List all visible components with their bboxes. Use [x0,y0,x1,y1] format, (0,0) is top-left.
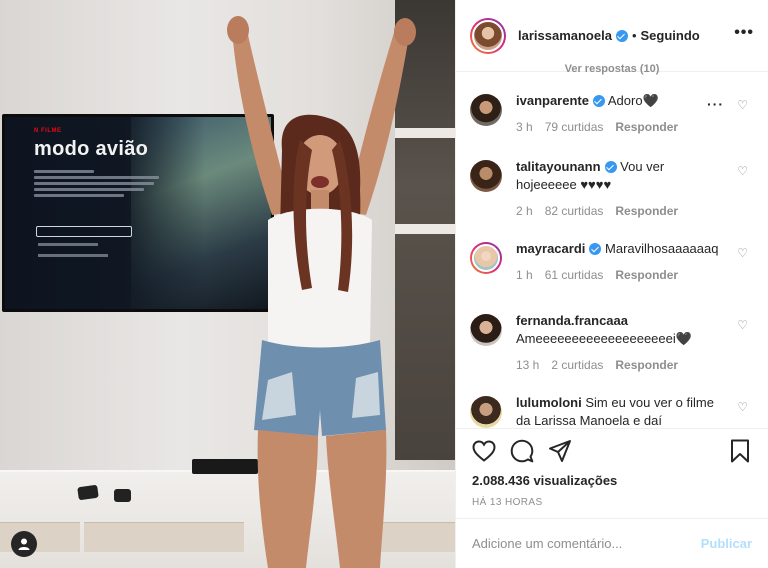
comment-item: talitayounann Vou ver hojeeeeee ♥♥♥♥ 2 h… [456,158,768,240]
verified-badge-icon [604,161,617,173]
instagram-post-modal: N FILME modo avião larissamanoela • Segu… [0,0,768,568]
post-actions: 2.088.436 visualizações HÁ 13 HORAS [456,428,768,508]
commenter-avatar[interactable] [470,314,502,346]
comment-text: Ameeeeeeeeeeeeeeeeeeei🖤 [516,331,692,346]
more-options-icon[interactable]: ••• [734,24,754,48]
comment-item: ivanparente Adoro🖤 3 h 79 curtidas Respond… [456,92,768,158]
reply-button[interactable]: Responder [615,358,678,372]
comment-options-icon[interactable]: ··· [707,96,724,112]
comment-text: Adoro🖤 [607,93,659,108]
publish-button[interactable]: Publicar [701,536,752,551]
author-avatar[interactable] [470,17,506,54]
add-comment-bar: Publicar [456,518,768,568]
like-heart-icon[interactable] [472,439,496,463]
comments-list: Ver respostas (10) ivanparente Adoro🖤 3 … [456,58,768,428]
view-count[interactable]: 2.088.436 visualizações [472,473,752,488]
verified-badge-icon [589,243,602,255]
commenter-avatar[interactable] [470,94,502,126]
commenter-username[interactable]: lulumoloni [516,395,582,410]
comment-likes[interactable]: 61 curtidas [545,268,604,282]
like-comment-heart-icon[interactable]: ♡ [737,98,748,112]
commenter-username[interactable]: ivanparente [516,93,589,108]
commenter-username[interactable]: fernanda.francaaa [516,313,628,328]
reply-button[interactable]: Responder [615,268,678,282]
user-icon [18,538,30,550]
comment-time[interactable]: 2 h [516,204,533,218]
commenter-username[interactable]: mayracardi [516,241,585,256]
post-timestamp[interactable]: HÁ 13 HORAS [472,497,752,508]
comment-likes[interactable]: 79 curtidas [545,120,604,134]
commenter-avatar[interactable] [470,242,502,274]
commenter-avatar[interactable] [470,396,502,428]
verified-badge-icon [592,95,605,107]
reply-button[interactable]: Responder [615,204,678,218]
comment-likes[interactable]: 2 curtidas [551,358,603,372]
comment-input[interactable] [472,536,701,551]
like-comment-heart-icon[interactable]: ♡ [737,246,748,260]
view-replies-link[interactable]: Ver respostas (10) [456,58,768,80]
comment-item: lulumoloni Sim eu vou ver o filme da Lar… [456,394,768,428]
verified-badge-icon [615,29,628,42]
share-paper-plane-icon[interactable] [548,439,572,463]
reply-button[interactable]: Responder [615,120,678,134]
comment-bubble-icon[interactable] [510,439,534,463]
comment-time[interactable]: 3 h [516,120,533,134]
comment-likes[interactable]: 82 curtidas [545,204,604,218]
commenter-username[interactable]: talitayounann [516,159,601,174]
like-comment-heart-icon[interactable]: ♡ [737,318,748,332]
post-sidebar: larissamanoela • Seguindo ••• Ver respos… [455,0,768,568]
person-figure [227,16,416,568]
comment-item: fernanda.francaaa Ameeeeeeeeeeeeeeeeeeei🖤… [456,312,768,394]
comment-text: Maravilhosaaaaaaq [605,241,719,256]
like-comment-heart-icon[interactable]: ♡ [737,164,748,178]
tagged-users-button[interactable] [11,531,37,557]
following-button[interactable]: Seguindo [641,28,700,43]
post-video[interactable]: N FILME modo avião [0,0,455,568]
author-username[interactable]: larissamanoela [518,28,612,43]
separator-dot: • [631,28,637,43]
commenter-avatar[interactable] [470,160,502,192]
comment-time[interactable]: 13 h [516,358,539,372]
comment-item: mayracardi Maravilhosaaaaaaq 1 h 61 curti… [456,240,768,312]
save-bookmark-icon[interactable] [728,439,752,463]
like-comment-heart-icon[interactable]: ♡ [737,400,748,414]
comment-time[interactable]: 1 h [516,268,533,282]
